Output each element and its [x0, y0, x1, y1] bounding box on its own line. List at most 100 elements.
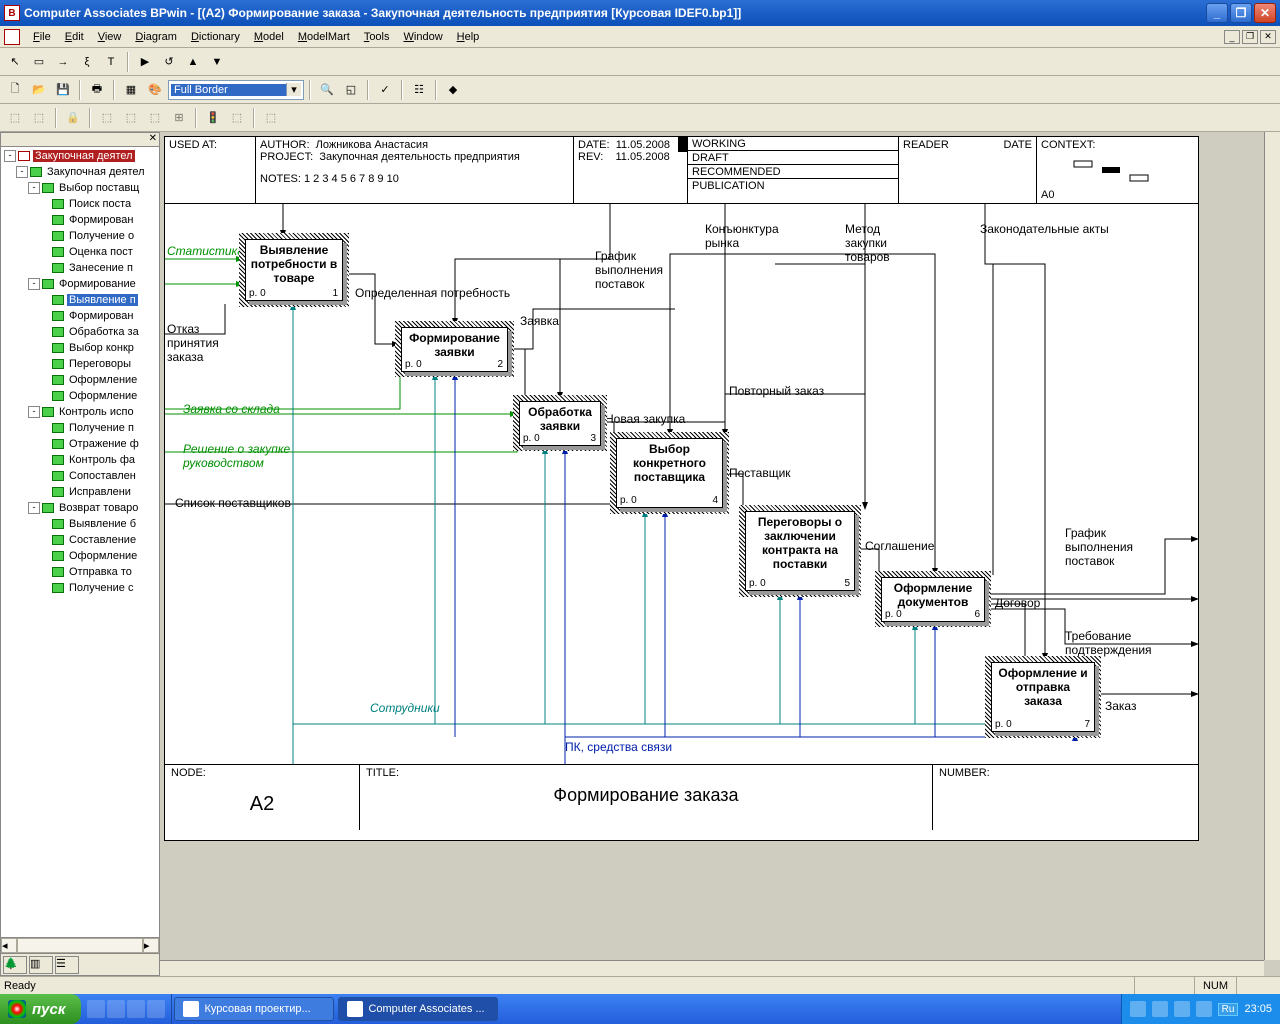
mm-btn-6[interactable]: ⬚	[144, 107, 166, 129]
nav-parent-button[interactable]: ▶	[134, 51, 156, 73]
idef0-canvas[interactable]: Статистика продаж Отказ принятия заказа …	[165, 204, 1198, 764]
idef0-activity-box[interactable]: Оформление и отправка заказаp. 07	[991, 662, 1095, 732]
mm-btn-9[interactable]: ⬚	[226, 107, 248, 129]
mm-btn-8[interactable]: 🚦	[202, 107, 224, 129]
idef0-activity-box[interactable]: Выявление потребности в товареp. 01	[245, 239, 343, 301]
tab-diagrams[interactable]: ▥	[29, 956, 53, 974]
mm-btn-10[interactable]: ⬚	[260, 107, 282, 129]
text-tool[interactable]: T	[100, 51, 122, 73]
idef0-activity-box[interactable]: Переговоры о заключении контракта на пос…	[745, 511, 855, 591]
tray-icon[interactable]	[1196, 1001, 1212, 1017]
start-button[interactable]: пуск	[0, 994, 81, 1024]
print-button[interactable]: 🖶	[86, 79, 108, 101]
tree-item[interactable]: Составление	[2, 532, 158, 548]
squiggle-tool[interactable]: ξ	[76, 51, 98, 73]
tree-item[interactable]: -Выбор поставщ	[2, 180, 158, 196]
idef0-activity-box[interactable]: Оформление документовp. 06	[881, 577, 985, 622]
close-button[interactable]: ✕	[1254, 3, 1276, 23]
open-button[interactable]: 📂	[28, 79, 50, 101]
menu-edit[interactable]: Edit	[58, 29, 91, 45]
zoom-fit-button[interactable]: ◱	[340, 79, 362, 101]
tree-item[interactable]: Исправлени	[2, 484, 158, 500]
new-button[interactable]: 🗋	[4, 79, 26, 101]
explorer-close-button[interactable]: ✕	[1, 133, 159, 147]
mdi-close-button[interactable]: ✕	[1260, 30, 1276, 44]
zoom-in-button[interactable]: 🔍	[316, 79, 338, 101]
tree-h-scrollbar[interactable]: ◂▸	[1, 937, 159, 953]
task-button[interactable]: Курсовая проектир...	[174, 997, 334, 1021]
tray-icon[interactable]	[1130, 1001, 1146, 1017]
tree-item[interactable]: Оформление	[2, 372, 158, 388]
mdi-restore-button[interactable]: ❐	[1242, 30, 1258, 44]
menu-help[interactable]: Help	[450, 29, 487, 45]
tree-item[interactable]: Занесение п	[2, 260, 158, 276]
idef0-activity-box[interactable]: Выбор конкретного поставщикаp. 04	[616, 438, 723, 508]
zoom-combo[interactable]: Full Border ▾	[168, 80, 304, 100]
tab-activities[interactable]: 🌲	[3, 956, 27, 974]
idef0-activity-box[interactable]: Формирование заявкиp. 02	[401, 327, 508, 372]
nav-down-button[interactable]: ▼	[206, 51, 228, 73]
tree-item[interactable]: Выявление п	[2, 292, 158, 308]
nav-refresh-button[interactable]: ↺	[158, 51, 180, 73]
save-button[interactable]: 💾	[52, 79, 74, 101]
tree-item[interactable]: Переговоры	[2, 356, 158, 372]
tree-item[interactable]: Обработка за	[2, 324, 158, 340]
ql-icon[interactable]	[107, 1000, 125, 1018]
chevron-down-icon[interactable]: ▾	[286, 83, 301, 96]
minimize-button[interactable]: _	[1206, 3, 1228, 23]
menu-dictionary[interactable]: Dictionary	[184, 29, 247, 45]
menu-file[interactable]: File	[26, 29, 58, 45]
tree-item[interactable]: Формирован	[2, 308, 158, 324]
tray-icon[interactable]	[1174, 1001, 1190, 1017]
model-tree[interactable]: -Закупочная деятел-Закупочная деятел-Выб…	[1, 147, 159, 937]
task-button[interactable]: Computer Associates ...	[338, 997, 498, 1021]
diagram-area[interactable]: USED AT: AUTHOR: Ложникова Анастасия PRO…	[160, 132, 1280, 976]
diagram-h-scrollbar[interactable]	[160, 960, 1264, 976]
tree-item[interactable]: Отражение ф	[2, 436, 158, 452]
tree-item[interactable]: Получение о	[2, 228, 158, 244]
tree-item[interactable]: Получение с	[2, 580, 158, 596]
nav-up-button[interactable]: ▲	[182, 51, 204, 73]
tree-item[interactable]: -Закупочная деятел	[2, 164, 158, 180]
mm-btn-4[interactable]: ⬚	[96, 107, 118, 129]
menu-model[interactable]: Model	[247, 29, 291, 45]
model-explorer-button[interactable]: ☷	[408, 79, 430, 101]
spellcheck-button[interactable]: ✓	[374, 79, 396, 101]
report-button[interactable]: ▦	[120, 79, 142, 101]
ql-icon[interactable]	[127, 1000, 145, 1018]
tree-item[interactable]: Получение п	[2, 420, 158, 436]
menu-window[interactable]: Window	[397, 29, 450, 45]
tree-item[interactable]: Оценка пост	[2, 244, 158, 260]
mm-btn-2[interactable]: ⬚	[28, 107, 50, 129]
menu-diagram[interactable]: Diagram	[128, 29, 184, 45]
idef0-activity-box[interactable]: Обработка заявкиp. 03	[519, 401, 601, 446]
tree-item[interactable]: Выявление б	[2, 516, 158, 532]
mdi-icon[interactable]	[4, 29, 20, 45]
arrow-tool[interactable]: →	[52, 51, 74, 73]
pointer-tool[interactable]: ↖	[4, 51, 26, 73]
tree-item[interactable]: Оформление	[2, 388, 158, 404]
ql-icon[interactable]	[147, 1000, 165, 1018]
mm-btn-5[interactable]: ⬚	[120, 107, 142, 129]
menu-tools[interactable]: Tools	[357, 29, 397, 45]
tree-item[interactable]: -Формирование	[2, 276, 158, 292]
tree-item[interactable]: Оформление	[2, 548, 158, 564]
palette-button[interactable]: 🎨	[144, 79, 166, 101]
mm-btn-3[interactable]: 🔒	[62, 107, 84, 129]
maximize-button[interactable]: ❐	[1230, 3, 1252, 23]
mm-btn-7[interactable]: ⊞	[168, 107, 190, 129]
tree-item[interactable]: Сопоставлен	[2, 468, 158, 484]
tab-objects[interactable]: ☰	[55, 956, 79, 974]
tree-item[interactable]: Выбор конкр	[2, 340, 158, 356]
tree-item[interactable]: -Возврат товаро	[2, 500, 158, 516]
language-indicator[interactable]: Ru	[1218, 1003, 1239, 1016]
tree-item[interactable]: Формирован	[2, 212, 158, 228]
tree-item[interactable]: Поиск поста	[2, 196, 158, 212]
tree-item[interactable]: Контроль фа	[2, 452, 158, 468]
diagram-v-scrollbar[interactable]	[1264, 132, 1280, 960]
tree-item[interactable]: -Контроль испо	[2, 404, 158, 420]
box-tool[interactable]: ▭	[28, 51, 50, 73]
tray-icon[interactable]	[1152, 1001, 1168, 1017]
menu-modelmart[interactable]: ModelMart	[291, 29, 357, 45]
mm-btn-1[interactable]: ⬚	[4, 107, 26, 129]
